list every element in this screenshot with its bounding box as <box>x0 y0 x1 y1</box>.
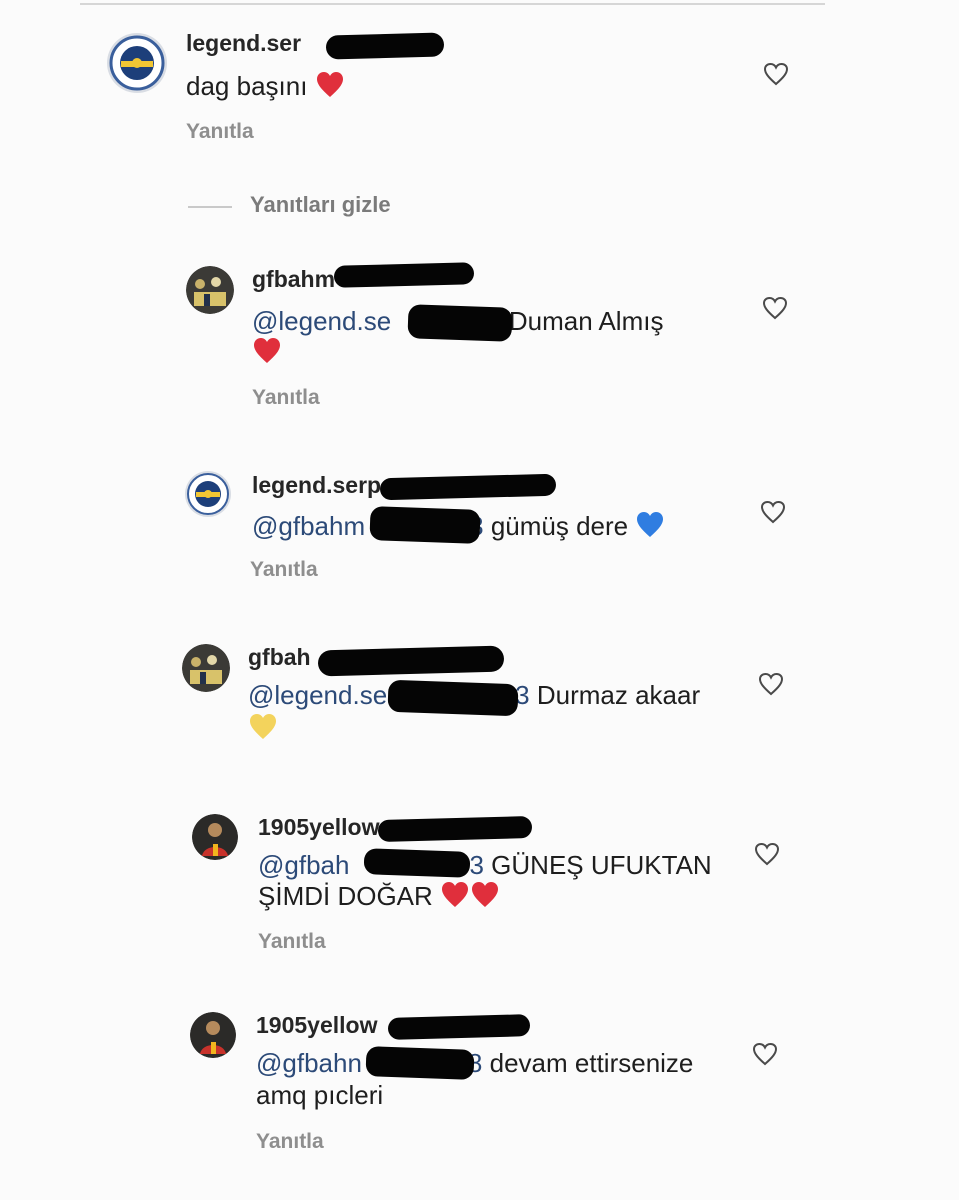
comment-text-content: Durmaz akaar <box>536 680 701 710</box>
yellow-heart-icon <box>248 712 278 742</box>
comment-mention[interactable]: @legend.se <box>248 680 387 710</box>
like-heart-icon[interactable] <box>758 672 784 696</box>
comment-2: gfbahm @legend.se3 Duman Almış Yanıtla <box>186 262 826 412</box>
comment-text: dag başını <box>186 70 345 102</box>
top-divider <box>80 3 825 5</box>
redaction-mark <box>407 304 513 342</box>
like-heart-icon[interactable] <box>754 842 780 866</box>
redaction-mark <box>333 262 475 288</box>
reply-button[interactable]: Yanıtla <box>252 386 320 410</box>
avatar-crowd-photo[interactable] <box>186 266 234 314</box>
redaction-mark <box>363 848 471 878</box>
comment-text: @gfbah 3 GÜNEŞ UFUKTAN <box>258 850 712 881</box>
reply-button[interactable]: Yanıtla <box>186 120 254 144</box>
comment-text-content: Duman Almış <box>508 306 664 336</box>
comment-1: legend.ser dag başını Yanıtla <box>106 28 826 148</box>
comment-text-content: gümüş dere <box>490 511 629 541</box>
comment-text-line2: ŞİMDİ DOĞAR <box>258 880 500 912</box>
reply-button[interactable]: Yanıtla <box>250 558 318 582</box>
redaction-mark <box>377 815 533 843</box>
comment-username[interactable]: legend.ser <box>186 30 301 57</box>
hide-replies-label[interactable]: Yanıtları gizle <box>250 192 391 218</box>
redaction-mark <box>379 473 557 501</box>
like-heart-icon[interactable] <box>760 500 786 524</box>
red-heart-icon <box>252 336 282 366</box>
comment-text-content: GÜNEŞ UFUKTAN <box>491 850 712 880</box>
reply-button[interactable]: Yanıtla <box>258 930 326 954</box>
redaction-mark <box>387 1014 531 1040</box>
comment-3: legend.serpe @gfbahm3 gümüş dere Yanıtla <box>184 466 824 586</box>
red-heart-icon <box>440 880 470 910</box>
avatar-crowd-photo[interactable] <box>182 644 230 692</box>
redaction-mark <box>387 679 519 717</box>
like-heart-icon[interactable] <box>762 296 788 320</box>
comment-username[interactable]: gfbahm <box>252 266 335 293</box>
red-heart-icon <box>315 70 345 100</box>
comment-text-content: amq pıcleri <box>256 1080 384 1110</box>
reply-button[interactable]: Yanıtla <box>256 1130 324 1154</box>
comment-mention[interactable]: @gfbah <box>258 850 349 880</box>
comment-text: @gfbahn 8 devam ettirsenize <box>256 1048 693 1079</box>
avatar-player-photo[interactable] <box>192 814 238 860</box>
avatar-fenerbahce-logo[interactable] <box>184 470 232 518</box>
comment-username[interactable]: 1905yellow <box>258 814 379 841</box>
redaction-mark <box>369 506 481 544</box>
comment-text-content: ŞİMDİ DOĞAR <box>258 881 433 911</box>
like-heart-icon[interactable] <box>763 62 789 86</box>
red-heart-icon <box>470 880 500 910</box>
comment-username[interactable]: legend.serpe <box>252 472 394 499</box>
comment-emoji-line <box>252 336 282 368</box>
comment-text-content: dag başını <box>186 71 308 101</box>
redaction-mark <box>365 1046 475 1080</box>
comment-emoji-line <box>248 712 278 744</box>
comment-username[interactable]: gfbah <box>248 644 311 671</box>
comment-text-content: devam ettirsenize <box>489 1048 694 1078</box>
blue-heart-icon <box>635 510 665 540</box>
mention-tail: 3 <box>469 850 484 880</box>
like-heart-icon[interactable] <box>752 1042 778 1066</box>
comment-5: 1905yellow @gfbah 3 GÜNEŞ UFUKTAN ŞİMDİ D… <box>192 810 822 960</box>
avatar-fenerbahce-logo[interactable] <box>106 32 168 94</box>
comment-mention[interactable]: @gfbahn <box>256 1048 362 1078</box>
comment-text-line2: amq pıcleri <box>256 1080 383 1111</box>
redaction-mark <box>325 32 445 60</box>
comment-username[interactable]: 1905yellow <box>256 1012 377 1039</box>
avatar-player-photo[interactable] <box>190 1012 236 1058</box>
comment-6: 1905yellow @gfbahn 8 devam ettirsenize am… <box>190 1010 820 1160</box>
redaction-mark <box>317 645 505 677</box>
comment-mention[interactable]: @gfbahm <box>252 511 365 541</box>
hide-replies-line <box>188 206 232 208</box>
comment-4: gfbah @legend.se 3 Durmaz akaar <box>182 640 822 750</box>
comment-mention[interactable]: @legend.se <box>252 306 391 336</box>
